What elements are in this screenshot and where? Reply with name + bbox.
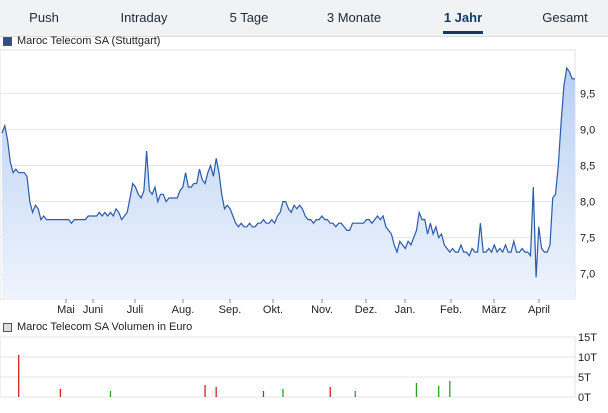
volume-y-axis: 0T 5T 10T 15T — [578, 332, 597, 404]
x-tick-label: Aug. — [172, 304, 195, 316]
x-tick-label: Mai — [57, 304, 75, 316]
x-tick-label: März — [482, 304, 506, 316]
price-y-tick-label: 7,0 — [580, 269, 595, 281]
x-tick-label: Juli — [127, 304, 144, 316]
volume-grid — [0, 336, 576, 398]
volume-y-tick-label: 0T — [578, 392, 591, 404]
x-tick-label: Jan. — [395, 304, 416, 316]
x-tick-label: Dez. — [355, 304, 378, 316]
price-y-tick-label: 9,0 — [580, 124, 595, 136]
price-y-tick-label: 8,5 — [580, 160, 595, 172]
price-volume-chart: 7,0 7,5 8,0 8,5 9,0 9,5 Mai Juni Juli Aug. Sep. Ok… — [0, 49, 597, 404]
x-tick-label: Sep. — [219, 304, 242, 316]
price-y-axis: 7,0 7,5 8,0 8,5 9,0 9,5 — [580, 88, 595, 280]
x-tick-label: Okt. — [263, 304, 283, 316]
x-tick-label: Feb. — [440, 304, 462, 316]
x-tick-label: Nov. — [311, 304, 333, 316]
volume-y-tick-label: 10T — [578, 352, 597, 364]
x-axis: Mai Juni Juli Aug. Sep. Okt. Nov. Dez. Jan. Feb. M… — [57, 299, 550, 316]
price-y-tick-label: 7,5 — [580, 233, 595, 245]
price-y-tick-label: 9,5 — [580, 88, 595, 100]
x-tick-label: April — [528, 304, 550, 316]
volume-plot-frame — [0, 336, 576, 398]
volume-y-tick-label: 5T — [578, 372, 591, 384]
volume-y-tick-label: 15T — [578, 332, 597, 344]
x-tick-label: Juni — [83, 304, 103, 316]
price-y-tick-label: 8,0 — [580, 197, 595, 209]
